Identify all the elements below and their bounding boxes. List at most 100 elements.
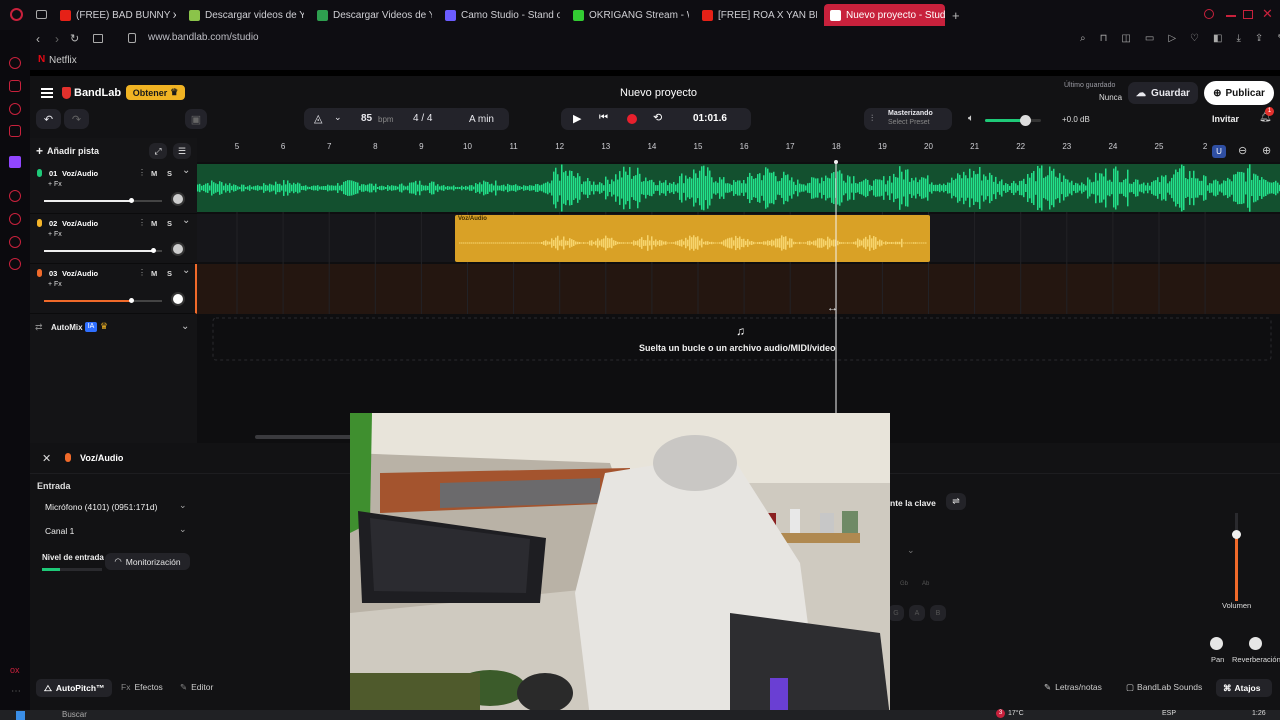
browser-tab[interactable]: [FREE] ROA X YAN BLOCK bbox=[696, 4, 817, 26]
key-selector[interactable]: A min bbox=[454, 108, 509, 130]
mastering-selector[interactable]: ⫶ Masterizando Select Preset bbox=[864, 108, 952, 130]
ruler-bar-label[interactable]: 6 bbox=[281, 142, 286, 151]
tab-autopitch[interactable]: ⧍ AutoPitch™ bbox=[36, 679, 112, 697]
key-button-a[interactable]: A bbox=[909, 605, 925, 621]
track-fx-button[interactable]: + Fx bbox=[48, 231, 62, 238]
aria-icon[interactable] bbox=[9, 57, 21, 69]
tab-lyrics[interactable]: ✎ Letras/notas bbox=[1044, 682, 1102, 693]
ruler-bar-label[interactable]: 25 bbox=[1155, 142, 1164, 151]
key-button-g[interactable]: G bbox=[888, 605, 904, 621]
solo-button[interactable]: S bbox=[167, 169, 172, 178]
settings-icon[interactable] bbox=[9, 258, 21, 270]
track-pan-knob[interactable] bbox=[171, 292, 185, 306]
ruler-bar-label[interactable]: 18 bbox=[832, 142, 841, 151]
reload-icon[interactable]: ↻ bbox=[70, 32, 79, 45]
music-player-icon[interactable] bbox=[9, 125, 21, 137]
solo-button[interactable]: S bbox=[167, 269, 172, 278]
record-button[interactable] bbox=[627, 114, 637, 124]
track-settings-button[interactable]: ☰ bbox=[173, 143, 191, 159]
extensions-side-icon[interactable] bbox=[9, 236, 21, 248]
tab-editor[interactable]: ✎ Editor bbox=[180, 682, 213, 693]
track-header[interactable]: 02 Voz/Audio + Fx ⋮ M S ⌄ bbox=[30, 214, 197, 264]
key-dropdown-chevron-icon[interactable]: ⌄ bbox=[907, 545, 915, 556]
sidebar-more-icon[interactable]: ox bbox=[10, 665, 20, 675]
track-header[interactable]: 01 Voz/Audio + Fx ⋮ M S ⌄ bbox=[30, 164, 197, 214]
tab-shortcuts[interactable]: ⌘ Atajos bbox=[1216, 679, 1272, 697]
invite-button[interactable]: Invitar bbox=[1212, 114, 1239, 124]
browser-tab[interactable]: (FREE) BAD BUNNY x TAIN bbox=[54, 4, 176, 26]
ruler-bar-label[interactable]: 13 bbox=[601, 142, 610, 151]
wallet-icon[interactable]: ▭ bbox=[1145, 33, 1154, 47]
track-name[interactable]: Voz/Audio bbox=[62, 219, 98, 228]
zoom-out-icon[interactable]: ⊖ bbox=[1238, 144, 1247, 157]
share-icon[interactable]: ⇪ bbox=[1255, 33, 1263, 47]
tab-bandlab-sounds[interactable]: ▢ BandLab Sounds bbox=[1126, 682, 1202, 693]
lock-icon[interactable] bbox=[128, 33, 136, 43]
extensions-icon[interactable]: ◧ bbox=[1213, 33, 1222, 47]
channel-select[interactable]: Canal 1 ⌄ bbox=[38, 523, 188, 539]
forward-icon[interactable]: › bbox=[55, 32, 59, 46]
track-pan-knob[interactable] bbox=[171, 192, 185, 206]
project-title[interactable]: Nuevo proyecto bbox=[620, 87, 697, 99]
pan-knob[interactable] bbox=[1210, 637, 1223, 650]
ruler-bar-label[interactable]: 23 bbox=[1062, 142, 1071, 151]
redo-button[interactable]: ↷ bbox=[64, 109, 89, 129]
snap-grid-button[interactable]: ▣ bbox=[185, 109, 207, 129]
opera-logo-icon[interactable] bbox=[10, 8, 23, 21]
mute-button[interactable]: M bbox=[151, 219, 157, 228]
bookmark-netflix[interactable]: Netflix bbox=[49, 55, 77, 66]
ruler-bar-label[interactable]: 19 bbox=[878, 142, 887, 151]
undo-button[interactable]: ↶ bbox=[36, 109, 61, 129]
metronome-icon[interactable]: ◬ bbox=[314, 112, 322, 125]
save-button[interactable]: ☁ Guardar bbox=[1128, 82, 1198, 104]
ruler-bar-label[interactable]: 9 bbox=[419, 142, 424, 151]
zoom-icon[interactable]: ⌕ bbox=[1080, 33, 1086, 47]
tabs-overview-icon[interactable] bbox=[93, 34, 103, 43]
back-icon[interactable]: ‹ bbox=[36, 32, 40, 46]
ruler-bar-label[interactable]: 16 bbox=[740, 142, 749, 151]
clock-icon[interactable] bbox=[9, 213, 21, 225]
tab-effects[interactable]: Fx Efectos bbox=[121, 682, 163, 692]
track-name[interactable]: Voz/Audio bbox=[62, 169, 98, 178]
new-tab-icon[interactable]: + bbox=[952, 8, 960, 23]
brand-name[interactable]: BandLab bbox=[74, 87, 121, 99]
track-expand-icon[interactable]: ⌄ bbox=[182, 265, 190, 276]
clock[interactable]: 1:26 bbox=[1252, 710, 1266, 717]
ruler-bar-label[interactable]: 22 bbox=[1016, 142, 1025, 151]
ruler-bar-label[interactable]: 12 bbox=[555, 142, 564, 151]
track-menu-icon[interactable]: ⋮ bbox=[138, 268, 146, 277]
browser-tab[interactable]: Nuevo proyecto - Studi bbox=[824, 4, 945, 26]
language-indicator[interactable]: ESP bbox=[1162, 710, 1176, 717]
track-volume-slider[interactable] bbox=[44, 298, 162, 303]
browser-tab[interactable]: Descargar Videos de YouT bbox=[311, 4, 432, 26]
master-volume-knob[interactable] bbox=[1020, 115, 1032, 126]
send-icon[interactable]: ▷ bbox=[1168, 33, 1176, 47]
track-fx-button[interactable]: + Fx bbox=[48, 281, 62, 288]
get-membership-button[interactable]: Obtener ♛ bbox=[126, 85, 185, 100]
ruler-bar-label[interactable]: 11 bbox=[509, 142, 518, 151]
reverb-knob[interactable] bbox=[1249, 637, 1262, 650]
taskbar-search[interactable]: Buscar bbox=[62, 710, 87, 719]
mute-button[interactable]: M bbox=[151, 169, 157, 178]
track-expand-icon[interactable]: ⌄ bbox=[182, 165, 190, 176]
magnet-snap-button[interactable]: U bbox=[1212, 145, 1226, 158]
twitch-icon[interactable] bbox=[9, 156, 21, 168]
monitoring-button[interactable]: ◠ Monitorización bbox=[105, 553, 190, 570]
track-menu-icon[interactable]: ⋮ bbox=[138, 168, 146, 177]
speaker-icon[interactable]: 🔈︎ bbox=[968, 113, 974, 124]
close-window-icon[interactable]: ✕ bbox=[1262, 6, 1273, 22]
microphone-select[interactable]: Micrófono (4101) (0951:171d) ⌄ bbox=[38, 499, 188, 515]
skip-back-button[interactable]: ⏮ bbox=[599, 112, 608, 123]
track-header[interactable]: 03 Voz/Audio + Fx ⋮ M S ⌄ bbox=[30, 264, 197, 314]
ruler-bar-label[interactable]: 7 bbox=[327, 142, 332, 151]
track-expand-icon[interactable]: ⌄ bbox=[182, 215, 190, 226]
ruler-bar-label[interactable]: 21 bbox=[970, 142, 979, 151]
maximize-icon[interactable] bbox=[1243, 10, 1253, 19]
hamburger-menu-icon[interactable] bbox=[41, 88, 53, 98]
track-volume-slider[interactable] bbox=[44, 248, 162, 253]
track-volume-knob[interactable] bbox=[129, 198, 135, 203]
mute-button[interactable]: M bbox=[151, 269, 157, 278]
automix-row[interactable]: ⇄ AutoMix IA ♛ ⌄ bbox=[30, 319, 197, 337]
ruler-bar-label[interactable]: 24 bbox=[1108, 142, 1117, 151]
snapshot-icon[interactable]: ◫ bbox=[1121, 33, 1130, 47]
